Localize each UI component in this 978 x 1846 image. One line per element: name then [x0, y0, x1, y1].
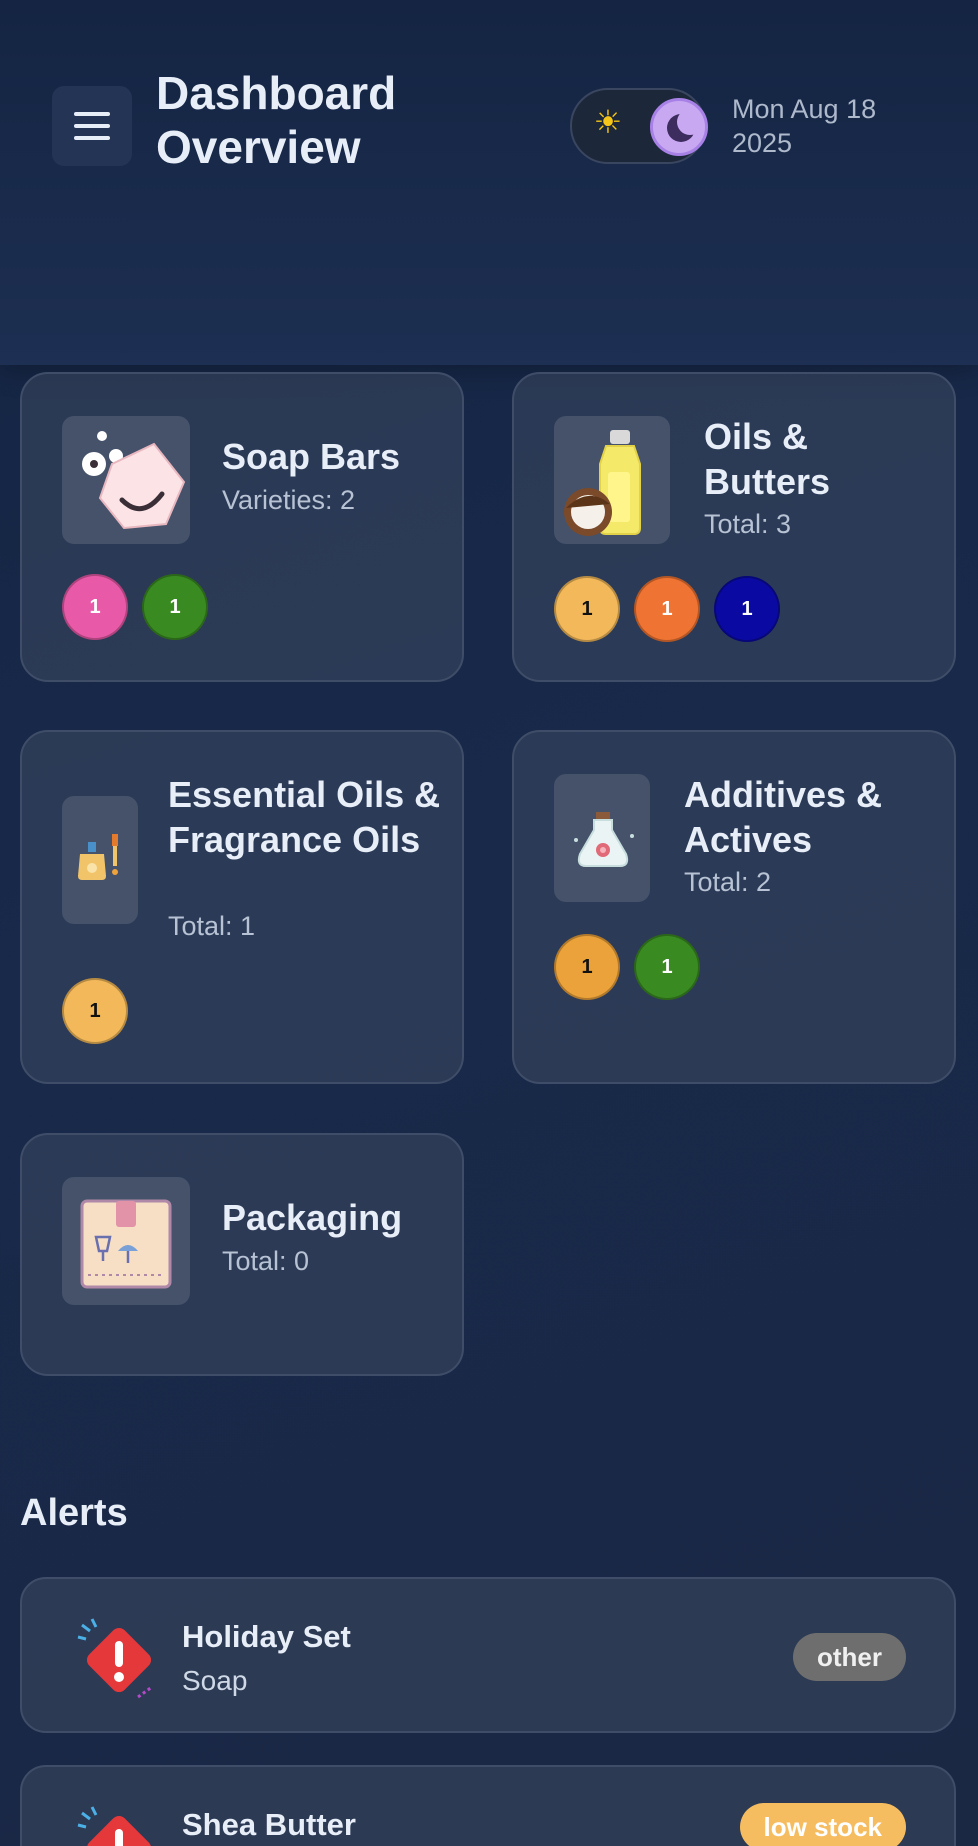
category-subtitle: Total: 0 — [222, 1246, 310, 1276]
category-card-additives-actives[interactable]: Additives & Actives Total: 2 1 1 — [512, 730, 956, 1084]
flask-flower-icon — [554, 774, 650, 902]
category-subtitle: Total: 2 — [684, 867, 772, 897]
alert-item[interactable]: Shea Butter low stock — [20, 1765, 956, 1846]
theme-toggle[interactable]: ☀ — [570, 88, 708, 164]
category-card-soap-bars[interactable]: Soap Bars Varieties: 2 1 1 — [20, 372, 464, 682]
alert-name: Holiday Set — [182, 1619, 351, 1654]
variety-badge[interactable]: 1 — [62, 978, 128, 1044]
status-badge: other — [793, 1633, 906, 1681]
category-title: Additives & Actives — [684, 774, 883, 860]
warning-diamond-icon — [74, 1617, 162, 1705]
category-card-essential-oils[interactable]: Essential Oils & Fragrance Oils Total: 1… — [20, 730, 464, 1084]
hamburger-menu-icon — [74, 112, 110, 116]
oil-bottle-coconut-icon — [554, 416, 670, 544]
category-title: Packaging — [222, 1197, 403, 1238]
category-card-oils-butters[interactable]: Oils & Butters Total: 3 1 1 1 — [512, 372, 956, 682]
category-subtitle: Total: 1 — [168, 911, 256, 941]
variety-badge[interactable]: 1 — [142, 574, 208, 640]
alerts-heading: Alerts — [20, 1492, 128, 1534]
category-card-packaging[interactable]: Packaging Total: 0 — [20, 1133, 464, 1376]
status-badge: low stock — [739, 1803, 906, 1846]
variety-badge[interactable]: 1 — [634, 934, 700, 1000]
variety-badge[interactable]: 1 — [554, 934, 620, 1000]
soap-bar-icon — [62, 416, 190, 544]
variety-badge[interactable]: 1 — [714, 576, 780, 642]
top-header: Dashboard Overview ☀ Mon Aug 18 2025 — [0, 0, 978, 365]
category-subtitle: Total: 3 — [704, 509, 792, 539]
category-title: Soap Bars — [222, 436, 401, 477]
category-title: Oils & Butters — [704, 416, 831, 502]
package-box-icon — [62, 1177, 190, 1305]
page-title: Dashboard Overview — [156, 67, 397, 173]
current-date: Mon Aug 18 2025 — [732, 94, 877, 158]
category-subtitle: Varieties: 2 — [222, 485, 356, 515]
warning-diamond-icon — [74, 1805, 162, 1846]
alert-item[interactable]: Holiday Set Soap other — [20, 1577, 956, 1733]
menu-button[interactable] — [52, 86, 132, 166]
category-title: Essential Oils & Fragrance Oils — [168, 774, 441, 860]
variety-badge[interactable]: 1 — [554, 576, 620, 642]
dropper-bottle-icon — [62, 796, 138, 924]
alert-type: Soap — [182, 1665, 248, 1696]
alert-name: Shea Butter — [182, 1807, 356, 1842]
variety-badge[interactable]: 1 — [62, 574, 128, 640]
moon-icon — [650, 98, 708, 156]
sun-icon: ☀ — [593, 104, 623, 140]
variety-badge[interactable]: 1 — [634, 576, 700, 642]
